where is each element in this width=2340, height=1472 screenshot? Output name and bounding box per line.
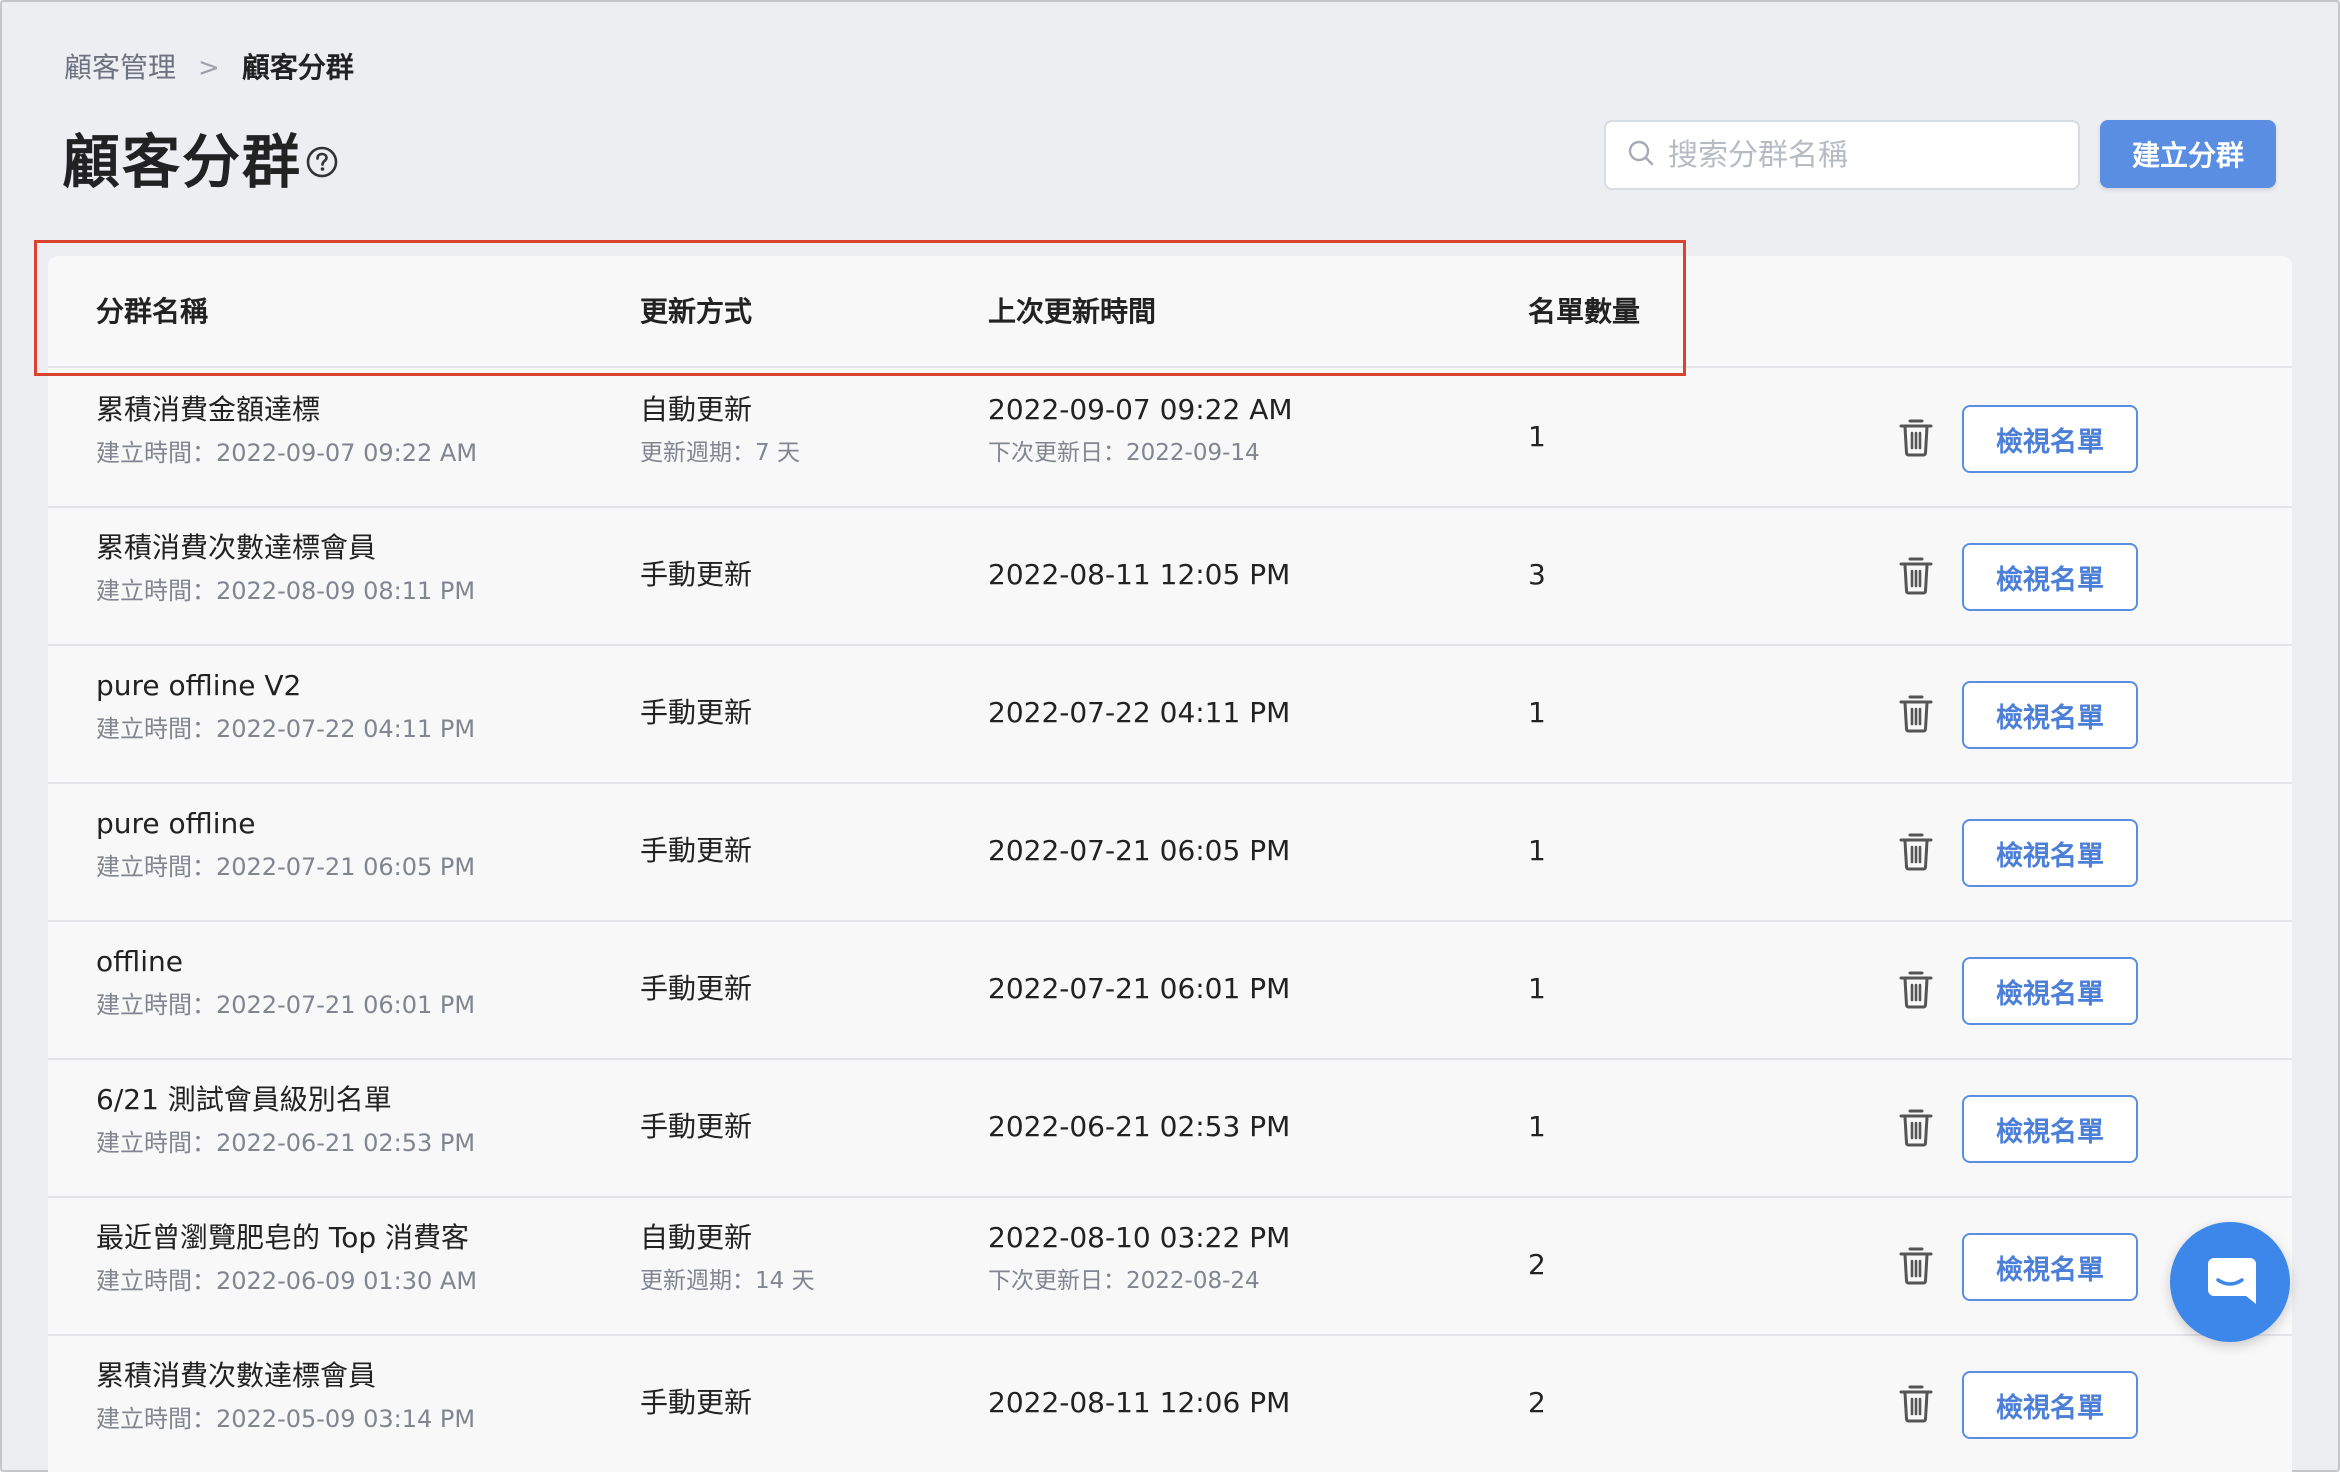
breadcrumb-separator: > [198, 53, 220, 83]
segment-name-cell: 最近曾瀏覽肥皂的 Top 消費客建立時間：2022-06-09 01:30 AM [96, 1220, 477, 1298]
view-list-button[interactable]: 檢視名單 [1962, 681, 2138, 749]
last-updated-time: 2022-07-21 06:01 PM [988, 972, 1291, 1005]
member-count: 1 [1528, 1110, 1546, 1143]
update-method: 自動更新 [640, 1221, 753, 1254]
member-count: 3 [1528, 558, 1546, 591]
breadcrumb: 顧客管理 > 顧客分群 [64, 48, 354, 88]
breadcrumb-current: 顧客分群 [241, 51, 354, 84]
segment-name: pure offline [96, 807, 256, 840]
view-list-button[interactable]: 檢視名單 [1962, 1095, 2138, 1163]
trash-icon[interactable] [1898, 1245, 1934, 1285]
view-list-button[interactable]: 檢視名單 [1962, 1371, 2138, 1439]
segment-name-cell: 6/21 測試會員級別名單建立時間：2022-06-21 02:53 PM [96, 1082, 475, 1160]
update-method: 手動更新 [640, 1110, 753, 1143]
segment-name-cell: pure offline V2 建立時間：2022-07-22 04:11 PM [96, 668, 475, 746]
view-list-button[interactable]: 檢視名單 [1962, 819, 2138, 887]
segment-created-time: 建立時間：2022-07-21 06:01 PM [96, 991, 476, 1019]
column-header-name: 分群名稱 [96, 295, 209, 328]
view-list-button[interactable]: 檢視名單 [1962, 543, 2138, 611]
column-header-count: 名單數量 [1528, 295, 1641, 328]
update-method: 手動更新 [640, 558, 753, 591]
segment-created-time: 建立時間：2022-06-09 01:30 AM [96, 1267, 478, 1295]
segment-name: pure offline V2 [96, 669, 302, 702]
table-row: pure offline 建立時間：2022-07-21 06:05 PM 手動更新… [48, 784, 2292, 922]
table-row: pure offline V2 建立時間：2022-07-22 04:11 PM 手… [48, 646, 2292, 784]
table-row: 最近曾瀏覽肥皂的 Top 消費客建立時間：2022-06-09 01:30 AM… [48, 1198, 2292, 1336]
update-method: 自動更新 [640, 393, 753, 426]
segment-created-time: 建立時間：2022-06-21 02:53 PM [96, 1129, 476, 1157]
last-updated-time: 2022-08-11 12:06 PM [988, 1386, 1291, 1419]
segment-name: 6/21 測試會員級別名單 [96, 1083, 392, 1116]
segment-created-time: 建立時間：2022-07-21 06:05 PM [96, 853, 476, 881]
update-method: 手動更新 [640, 972, 753, 1005]
next-update-date: 下次更新日：2022-08-24 [988, 1268, 1260, 1294]
update-cycle: 更新週期：14 天 [640, 1268, 815, 1294]
question-circle-icon[interactable] [306, 146, 338, 178]
update-method-cell: 自動更新更新週期：14 天 [640, 1220, 815, 1298]
segment-name: 累積消費次數達標會員 [96, 531, 377, 564]
table-row: 累積消費次數達標會員建立時間：2022-05-09 03:14 PM 手動更新 20… [48, 1336, 2292, 1472]
trash-icon[interactable] [1898, 831, 1934, 871]
segment-name-cell: offline 建立時間：2022-07-21 06:01 PM [96, 944, 475, 1022]
last-updated-time: 2022-07-21 06:05 PM [988, 834, 1291, 867]
last-updated-cell: 2022-08-10 03:22 PM 下次更新日：2022-08-24 [988, 1220, 1290, 1298]
update-method: 手動更新 [640, 1386, 753, 1419]
view-list-button[interactable]: 檢視名單 [1962, 957, 2138, 1025]
table-row: offline 建立時間：2022-07-21 06:01 PM 手動更新 2022-… [48, 922, 2292, 1060]
next-update-date: 下次更新日：2022-09-14 [988, 440, 1260, 466]
chat-launcher-button[interactable] [2170, 1222, 2290, 1342]
last-updated-cell: 2022-09-07 09:22 AM 下次更新日：2022-09-14 [988, 392, 1293, 470]
segment-name: offline [96, 945, 183, 978]
trash-icon[interactable] [1898, 693, 1934, 733]
update-method: 手動更新 [640, 834, 753, 867]
trash-icon[interactable] [1898, 1383, 1934, 1423]
last-updated-time: 2022-08-11 12:05 PM [988, 558, 1291, 591]
column-header-update-method: 更新方式 [640, 295, 753, 328]
segment-created-time: 建立時間：2022-05-09 03:14 PM [96, 1405, 476, 1433]
update-cycle: 更新週期：7 天 [640, 440, 800, 466]
segment-name-cell: 累積消費次數達標會員建立時間：2022-05-09 03:14 PM [96, 1358, 475, 1436]
last-updated-time: 2022-06-21 02:53 PM [988, 1110, 1291, 1143]
member-count: 2 [1528, 1386, 1546, 1419]
column-header-last-updated: 上次更新時間 [988, 295, 1157, 328]
table-row: 累積消費次數達標會員建立時間：2022-08-09 08:11 PM 手動更新 20… [48, 508, 2292, 646]
search-box [1604, 120, 2080, 190]
trash-icon[interactable] [1898, 969, 1934, 1009]
trash-icon[interactable] [1898, 555, 1934, 595]
segment-name-cell: pure offline 建立時間：2022-07-21 06:05 PM [96, 806, 475, 884]
last-updated-time: 2022-08-10 03:22 PM [988, 1221, 1291, 1254]
page-title: 顧客分群 [62, 128, 303, 196]
member-count: 1 [1528, 696, 1546, 729]
update-method: 手動更新 [640, 696, 753, 729]
trash-icon[interactable] [1898, 1107, 1934, 1147]
segments-table: 分群名稱 更新方式 上次更新時間 名單數量 累積消費金額達標建立時間：2022-… [48, 256, 2292, 1472]
breadcrumb-parent-link[interactable]: 顧客管理 [64, 48, 176, 88]
trash-icon[interactable] [1898, 417, 1934, 457]
chat-bubble-icon [2200, 1250, 2260, 1314]
table-row: 累積消費金額達標建立時間：2022-09-07 09:22 AM 自動更新更新週期… [48, 370, 2292, 508]
segment-name-cell: 累積消費次數達標會員建立時間：2022-08-09 08:11 PM [96, 530, 475, 608]
segment-name-cell: 累積消費金額達標建立時間：2022-09-07 09:22 AM [96, 392, 477, 470]
table-row: 6/21 測試會員級別名單建立時間：2022-06-21 02:53 PM 手動更… [48, 1060, 2292, 1198]
update-method-cell: 自動更新更新週期：7 天 [640, 392, 800, 470]
view-list-button[interactable]: 檢視名單 [1962, 405, 2138, 473]
table-header: 分群名稱 更新方式 上次更新時間 名單數量 [48, 256, 2292, 368]
view-list-button[interactable]: 檢視名單 [1962, 1233, 2138, 1301]
search-input[interactable] [1666, 136, 2070, 174]
segment-created-time: 建立時間：2022-07-22 04:11 PM [96, 715, 476, 743]
search-icon [1626, 138, 1656, 172]
last-updated-time: 2022-09-07 09:22 AM [988, 393, 1293, 426]
member-count: 2 [1528, 1248, 1546, 1281]
create-segment-button[interactable]: 建立分群 [2100, 120, 2276, 188]
member-count: 1 [1528, 834, 1546, 867]
segment-name: 最近曾瀏覽肥皂的 Top 消費客 [96, 1221, 470, 1254]
last-updated-time: 2022-07-22 04:11 PM [988, 696, 1291, 729]
member-count: 1 [1528, 972, 1546, 1005]
segment-created-time: 建立時間：2022-09-07 09:22 AM [96, 439, 478, 467]
member-count: 1 [1528, 420, 1546, 453]
segment-name: 累積消費次數達標會員 [96, 1359, 377, 1392]
segment-name: 累積消費金額達標 [96, 393, 321, 426]
segment-created-time: 建立時間：2022-08-09 08:11 PM [96, 577, 476, 605]
